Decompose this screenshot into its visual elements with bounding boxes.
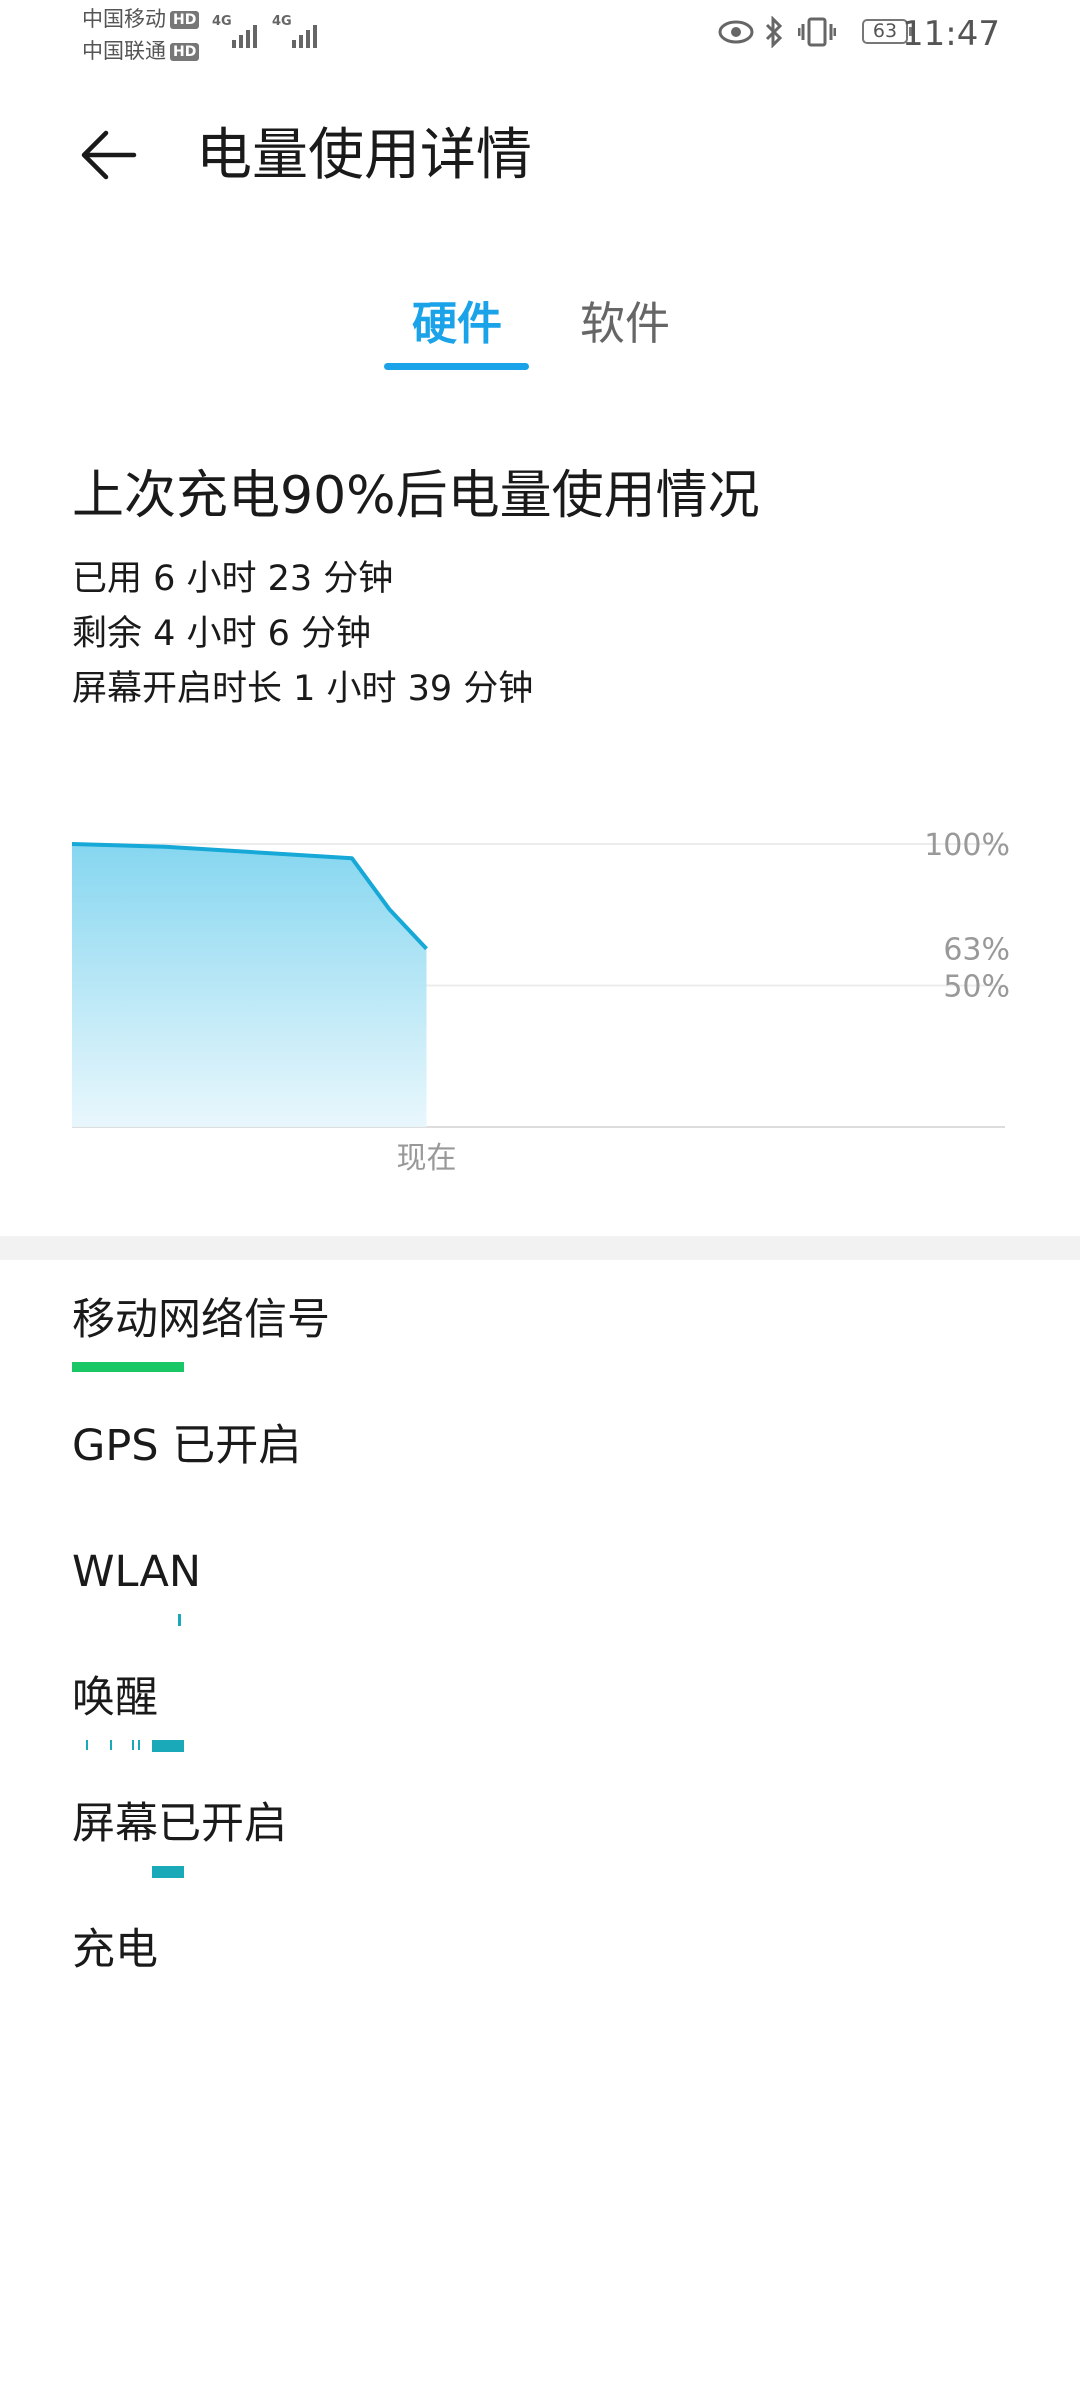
usage-bar-wakeup <box>86 1740 88 1750</box>
y-tick-current: 63% <box>943 933 1010 968</box>
usage-bar-wakeup <box>138 1740 140 1750</box>
tab-software[interactable]: 软件 <box>580 292 670 356</box>
usage-bar-wakeup <box>132 1740 134 1750</box>
y-tick-100: 100% <box>924 828 1010 863</box>
used-time: 已用 6 小时 23 分钟 <box>72 559 394 599</box>
screen-on-time: 屏幕开启时长 1 小时 39 分钟 <box>72 669 534 709</box>
tab-hardware[interactable]: 硬件 <box>412 292 502 356</box>
hardware-item-mobile-network-signal[interactable]: 移动网络信号 <box>72 1290 330 1350</box>
section-divider <box>0 1236 1080 1260</box>
network-type-label: 4G <box>212 14 232 29</box>
hardware-item-screen-on[interactable]: 屏幕已开启 <box>72 1794 287 1854</box>
carrier-2-label: 中国联通 <box>82 39 166 63</box>
carrier-1: 中国移动 HD <box>82 6 200 32</box>
usage-bar-mobile-network-signal <box>72 1362 184 1372</box>
carrier-2: 中国联通 HD <box>82 38 200 64</box>
usage-bar-wakeup <box>152 1740 184 1752</box>
network-type-label: 4G <box>272 14 292 29</box>
battery-level-chart: 100% 63% 50% 现在 <box>71 828 1010 1176</box>
usage-bar-wlan <box>178 1614 181 1626</box>
status-time: 11:47 <box>902 14 1000 54</box>
y-tick-50: 50% <box>943 970 1010 1005</box>
usage-bar-wakeup <box>110 1740 112 1750</box>
hardware-item-gps-on[interactable]: GPS 已开启 <box>72 1416 301 1476</box>
usage-summary-title: 上次充电90%后电量使用情况 <box>72 466 760 526</box>
eye-comfort-icon <box>718 20 754 44</box>
hd-badge-2: HD <box>170 43 200 61</box>
signal-icon: 4G <box>212 14 264 50</box>
hardware-item-wakeup[interactable]: 唤醒 <box>72 1668 158 1728</box>
tab-indicator <box>384 363 529 370</box>
page-title: 电量使用详情 <box>196 123 532 188</box>
hardware-item-wlan[interactable]: WLAN <box>72 1542 201 1602</box>
hd-badge-1: HD <box>170 11 200 29</box>
x-label-now: 现在 <box>397 1141 457 1176</box>
bluetooth-icon <box>765 16 783 48</box>
back-button[interactable] <box>78 125 138 185</box>
vibrate-icon <box>798 17 836 47</box>
remaining-time: 剩余 4 小时 6 分钟 <box>72 614 372 654</box>
usage-bar-screen-on <box>152 1866 184 1878</box>
signal-icon: 4G <box>272 14 324 50</box>
carrier-1-label: 中国移动 <box>82 7 166 31</box>
hardware-item-charging[interactable]: 充电 <box>72 1920 158 1980</box>
